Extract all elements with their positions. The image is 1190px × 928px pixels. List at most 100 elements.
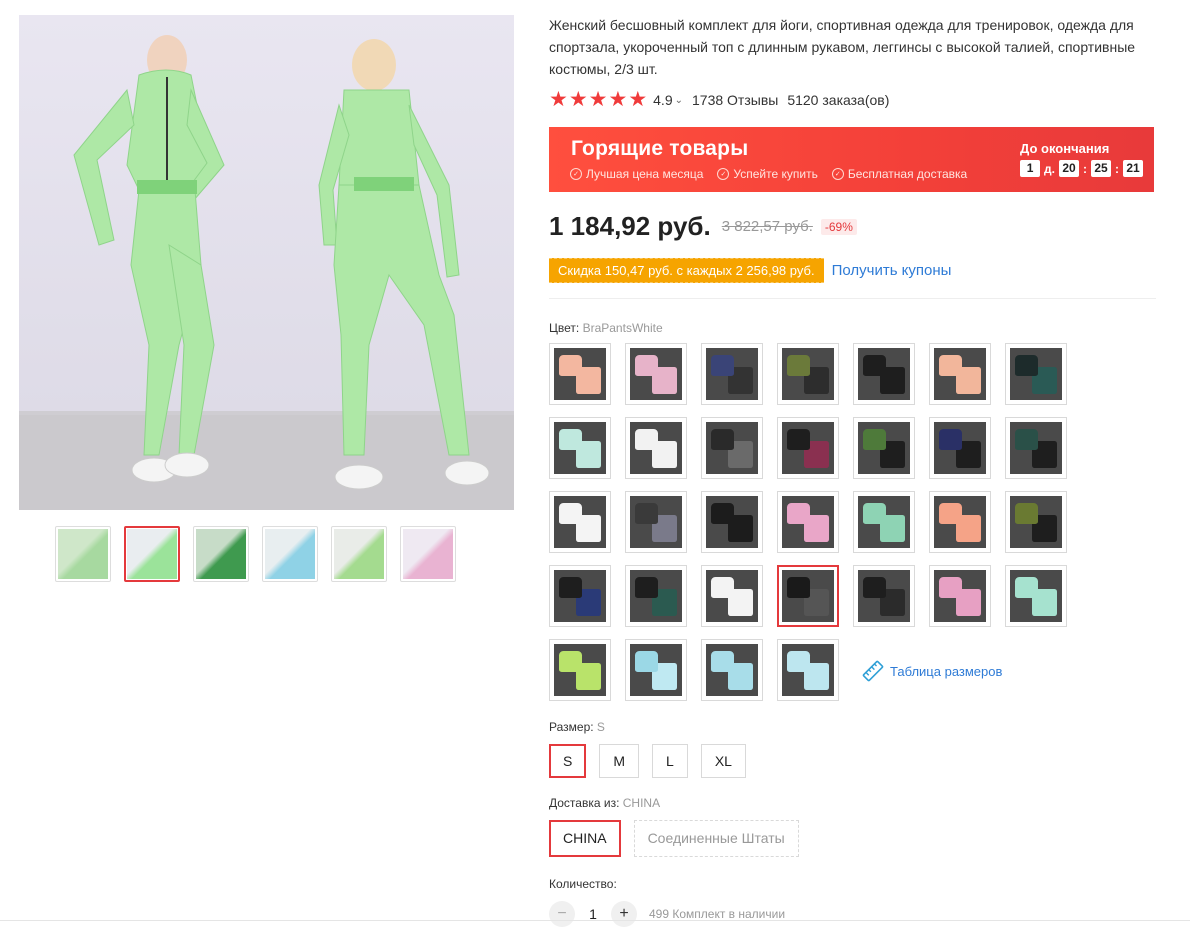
size-option-l[interactable]: L	[652, 744, 688, 778]
get-coupons-link[interactable]: Получить купоны	[832, 262, 952, 279]
rating-value[interactable]: 4.9	[653, 92, 672, 108]
swatch-image	[782, 348, 834, 400]
color-swatch[interactable]	[777, 639, 839, 701]
hot-deal-features: ✓ Лучшая цена месяца ✓ Успейте купить ✓ Бес…	[570, 167, 967, 181]
rating-stars: ★ ★ ★ ★ ★	[549, 88, 647, 111]
hot-deal-feature: ✓ Лучшая цена месяца	[570, 167, 703, 181]
swatch-top-shape	[787, 429, 811, 451]
swatch-top-shape	[635, 355, 659, 377]
color-swatch[interactable]	[549, 491, 611, 553]
time-separator: :	[1083, 161, 1087, 176]
color-swatch[interactable]	[853, 417, 915, 479]
color-swatch[interactable]	[929, 343, 991, 405]
swatch-image	[1010, 570, 1062, 622]
color-swatch[interactable]	[701, 417, 763, 479]
gallery-thumbnail[interactable]	[400, 526, 456, 582]
color-swatch[interactable]	[929, 491, 991, 553]
color-swatch[interactable]	[625, 417, 687, 479]
size-chart-label: Таблица размеров	[890, 663, 1003, 679]
swatch-image	[554, 348, 606, 400]
size-option-xl[interactable]: XL	[700, 744, 746, 778]
color-swatch[interactable]	[625, 639, 687, 701]
swatch-top-shape	[635, 651, 659, 673]
swatch-top-shape	[1015, 355, 1039, 377]
color-swatch[interactable]	[1005, 565, 1067, 627]
ship-option-usa[interactable]: Соединенные Штаты	[633, 820, 799, 857]
swatch-top-shape	[863, 429, 887, 451]
star-icon: ★	[608, 88, 628, 111]
thumbnail-image	[265, 529, 315, 579]
color-swatch[interactable]	[549, 565, 611, 627]
swatch-top-shape	[635, 429, 659, 451]
gallery-thumbnail[interactable]	[193, 526, 249, 582]
color-swatch[interactable]	[701, 639, 763, 701]
main-product-image[interactable]	[19, 15, 514, 510]
size-option-s[interactable]: S	[549, 744, 587, 778]
color-swatch[interactable]	[549, 639, 611, 701]
color-swatch[interactable]	[777, 417, 839, 479]
size-label-text: Размер:	[549, 720, 594, 734]
thumbnail-image	[58, 529, 108, 579]
color-swatch[interactable]	[701, 565, 763, 627]
color-swatch[interactable]	[777, 491, 839, 553]
countdown-minutes: 25	[1091, 160, 1111, 177]
old-price: 3 822,57 руб.	[721, 218, 813, 235]
swatch-image	[858, 496, 910, 548]
quantity-minus-button[interactable]: −	[549, 901, 575, 927]
ship-option-china[interactable]: CHINA	[549, 820, 621, 857]
swatch-top-shape	[559, 429, 583, 451]
gallery-thumbnail[interactable]	[331, 526, 387, 582]
swatch-top-shape	[787, 577, 811, 599]
price-row: 1 184,92 руб. 3 822,57 руб. -69%	[549, 211, 857, 242]
size-label: Размер: S	[549, 720, 605, 734]
gallery-thumbnail[interactable]	[124, 526, 180, 582]
color-swatch[interactable]	[853, 343, 915, 405]
swatch-image	[1010, 348, 1062, 400]
swatch-top-shape	[635, 503, 659, 525]
color-swatch[interactable]	[853, 491, 915, 553]
chevron-down-icon[interactable]: ⌄	[675, 95, 683, 106]
color-swatch[interactable]	[777, 343, 839, 405]
color-swatch[interactable]	[1005, 491, 1067, 553]
color-swatch[interactable]	[853, 565, 915, 627]
color-swatch[interactable]	[701, 491, 763, 553]
quantity-plus-button[interactable]: +	[611, 901, 637, 927]
color-swatches	[549, 343, 1067, 701]
swatch-image	[706, 348, 758, 400]
color-swatch[interactable]	[1005, 343, 1067, 405]
swatch-image	[858, 422, 910, 474]
color-label-text: Цвет:	[549, 321, 580, 335]
product-title: Женский бесшовный комплект для йоги, спо…	[549, 17, 1136, 77]
hot-deal-feature: ✓ Бесплатная доставка	[831, 167, 968, 181]
current-price: 1 184,92 руб.	[549, 211, 711, 241]
swatch-top-shape	[711, 355, 735, 377]
star-icon: ★	[549, 88, 568, 111]
color-swatch[interactable]	[549, 343, 611, 405]
swatch-image	[706, 644, 758, 696]
swatch-top-shape	[559, 651, 583, 673]
swatch-top-shape	[939, 577, 963, 599]
color-swatch[interactable]	[777, 565, 839, 627]
color-swatch[interactable]	[549, 417, 611, 479]
size-option-m[interactable]: M	[599, 744, 640, 778]
color-swatch[interactable]	[929, 565, 991, 627]
swatch-image	[630, 422, 682, 474]
swatch-image	[858, 348, 910, 400]
swatch-top-shape	[787, 355, 811, 377]
color-swatch[interactable]	[701, 343, 763, 405]
reviews-count[interactable]: 1738 Отзывы	[692, 92, 778, 108]
countdown-label: До окончания	[1020, 141, 1110, 156]
gallery-thumbnail[interactable]	[55, 526, 111, 582]
feature-label: Бесплатная доставка	[847, 167, 968, 181]
swatch-image	[782, 644, 834, 696]
color-label: Цвет: BraPantsWhite	[549, 321, 663, 335]
countdown-seconds: 21	[1123, 160, 1143, 177]
color-swatch[interactable]	[625, 491, 687, 553]
color-swatch[interactable]	[625, 565, 687, 627]
swatch-top-shape	[1015, 503, 1039, 525]
gallery-thumbnail[interactable]	[262, 526, 318, 582]
color-swatch[interactable]	[625, 343, 687, 405]
color-swatch[interactable]	[929, 417, 991, 479]
color-swatch[interactable]	[1005, 417, 1067, 479]
size-chart-link[interactable]: Таблица размеров	[862, 660, 1002, 682]
